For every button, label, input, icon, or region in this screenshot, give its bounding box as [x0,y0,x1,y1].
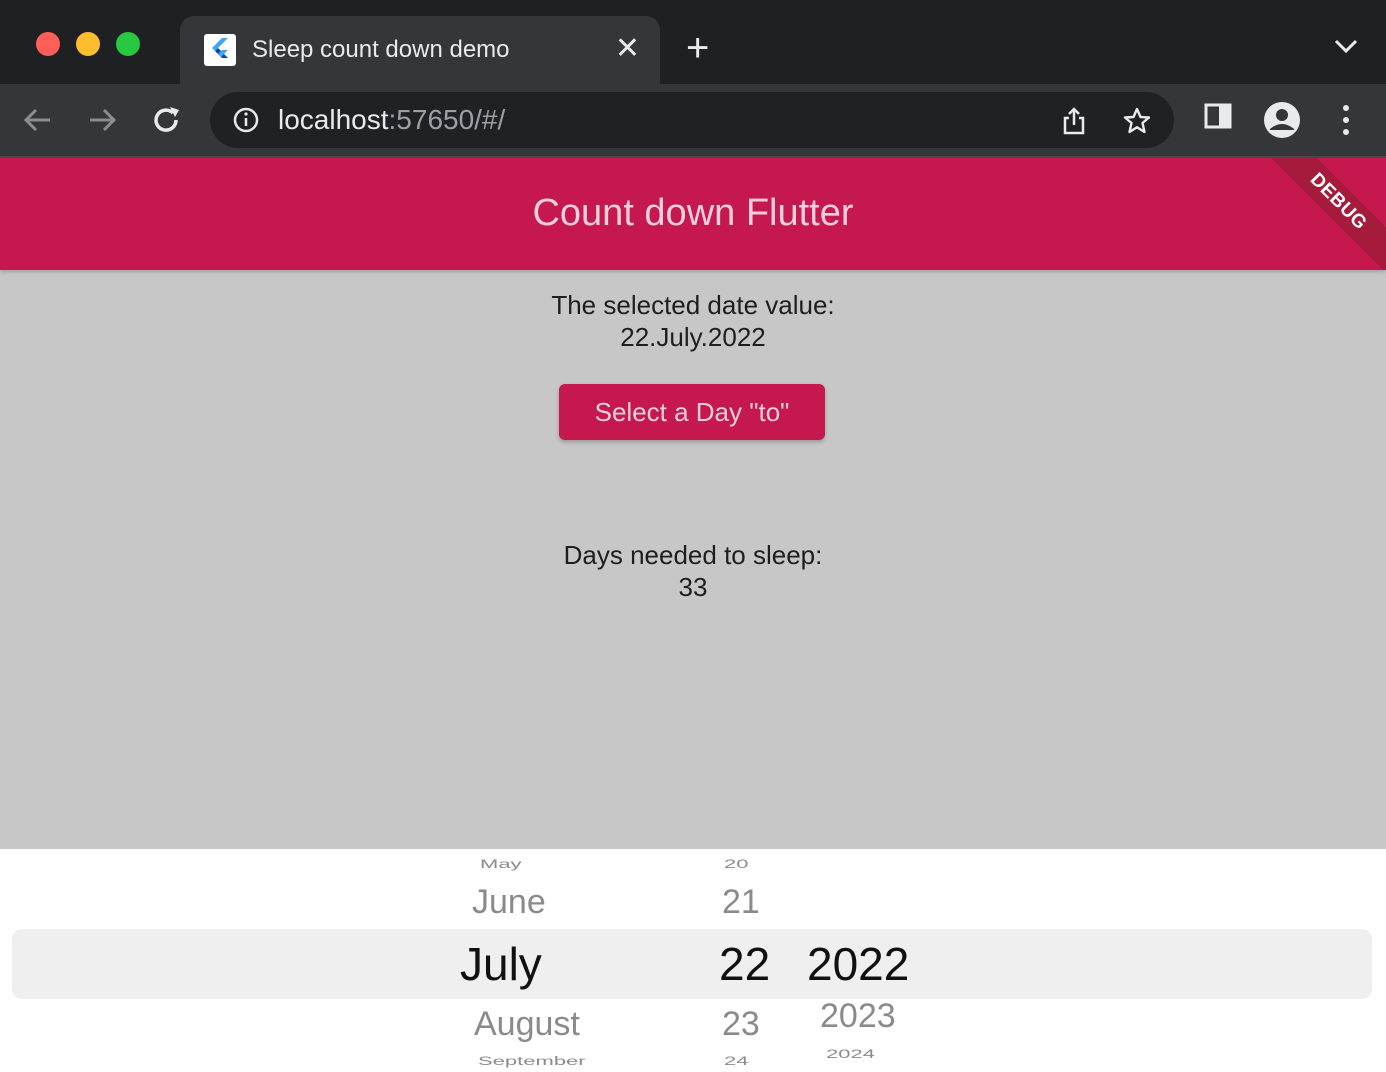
share-icon[interactable] [1060,106,1088,141]
picker-day-option[interactable]: 20 [724,857,748,871]
picker-month-option[interactable]: June [472,883,546,922]
side-panel-icon[interactable] [1204,102,1232,135]
picker-selection-highlight [12,929,1372,999]
plus-icon[interactable]: + [686,28,709,68]
url-path: :57650/#/ [388,104,506,135]
url-text: localhost:57650/#/ [278,104,505,136]
picker-year-option[interactable]: 2023 [820,997,896,1036]
picker-year-selected[interactable]: 2022 [807,937,909,991]
select-day-button[interactable]: Select a Day "to" [559,384,825,440]
days-needed-label: Days needed to sleep: [563,540,823,570]
chevron-down-icon[interactable] [1332,36,1360,61]
reload-icon[interactable] [148,102,184,138]
picker-year-option[interactable]: 2024 [826,1047,875,1061]
forward-arrow-icon[interactable] [84,102,120,138]
selected-date-label: The selected date value: [551,290,835,320]
url-host: localhost [278,104,389,135]
back-arrow-icon[interactable] [20,102,56,138]
picker-month-option[interactable]: September [478,1054,586,1068]
browser-toolbar: localhost:57650/#/ [0,84,1386,156]
picker-day-option[interactable]: 21 [722,883,760,922]
picker-month-selected[interactable]: July [460,937,542,991]
picker-day-option[interactable]: 23 [722,1005,760,1044]
info-icon[interactable] [232,106,260,139]
browser-tab[interactable]: Sleep count down demo ✕ [180,16,660,84]
picker-day-option[interactable]: 24 [724,1054,748,1068]
days-needed-value: 33 [678,572,708,602]
app-bar: Count down Flutter DEBUG [0,158,1386,270]
picker-month-option[interactable]: May [480,857,522,871]
picker-day-selected[interactable]: 22 [719,937,770,991]
date-picker[interactable]: May June July August September 20 21 22 … [0,849,1386,1072]
browser-tab-strip: Sleep count down demo ✕ + [0,0,1386,84]
bookmark-star-icon[interactable] [1122,106,1152,141]
kebab-menu-icon[interactable] [1336,102,1356,143]
selected-date-value: 22.July.2022 [620,322,766,352]
window-maximize-button[interactable] [116,32,140,56]
tab-title: Sleep count down demo [252,36,510,63]
window-close-button[interactable] [36,32,60,56]
app-title: Count down Flutter [532,192,854,234]
picker-month-option[interactable]: August [474,1005,580,1044]
flutter-favicon-icon [204,34,236,66]
window-minimize-button[interactable] [76,32,100,56]
address-bar[interactable]: localhost:57650/#/ [210,92,1174,148]
close-icon[interactable]: ✕ [615,32,640,66]
profile-icon[interactable] [1260,102,1304,143]
